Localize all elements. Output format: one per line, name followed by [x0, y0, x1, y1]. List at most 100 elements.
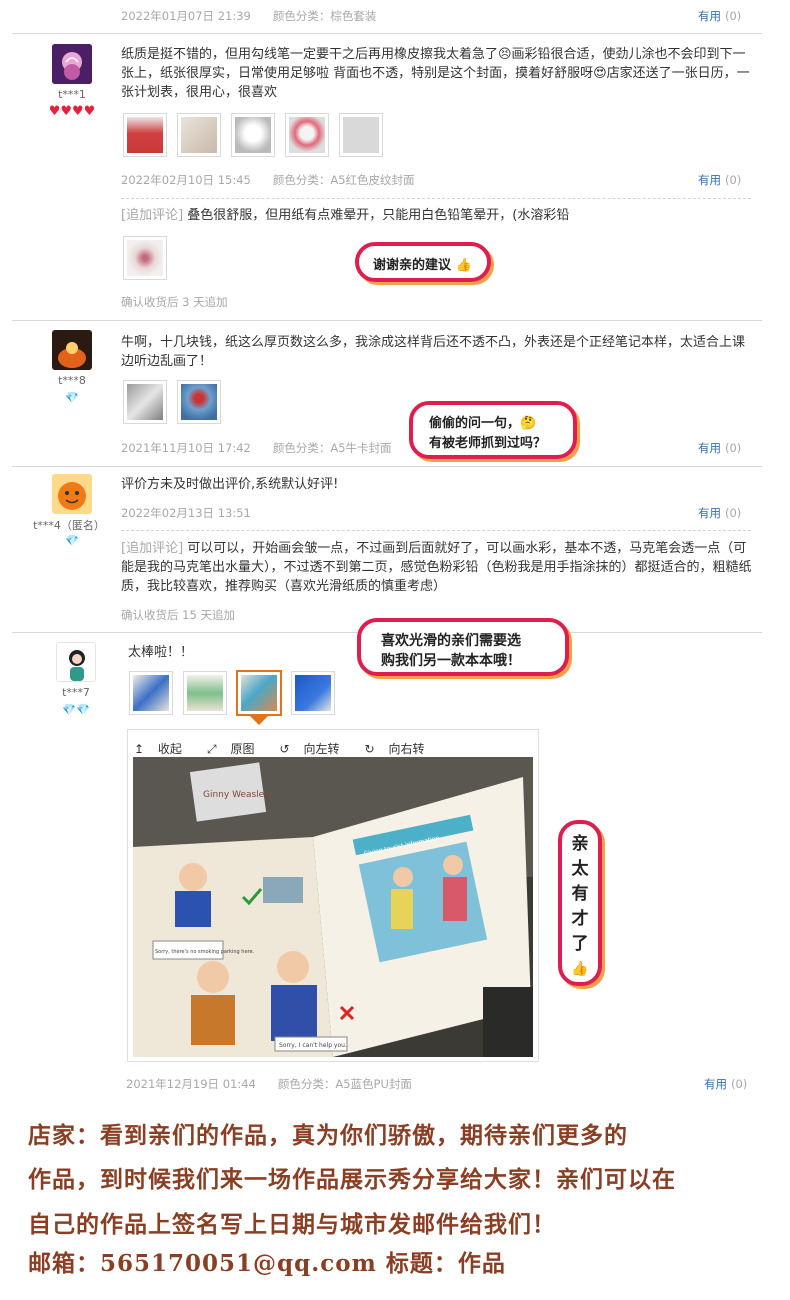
review-divider [12, 320, 762, 321]
useful-label: 有用 [698, 506, 721, 520]
username[interactable]: t***7 [31, 686, 121, 699]
shop-reply-bubble: 偷偷的问一句，🤔 有被老师抓到过吗？ [409, 401, 577, 459]
bubble-char: 才 [571, 909, 589, 929]
append-text: 叠色很舒服，但用纸有点难晕开，只能用白色铅笔晕开，(水溶彩铅 [187, 208, 570, 223]
shop-reply-bubble: 亲 太 有 才 了 👍 [558, 820, 602, 986]
useful-label: 有用 [698, 9, 721, 23]
rotate-right-button[interactable]: ↻ 向右转 [365, 742, 435, 756]
bubble-text: 喜欢光滑的亲们需要选 [381, 633, 521, 649]
review-photo-thumb[interactable] [183, 671, 227, 715]
review-spec: 颜色分类：A5红色皮纹封面 [272, 173, 415, 187]
review-meta: 2022年02月13日 13:51 [121, 505, 251, 521]
review-text: 纸质是挺不错的，但用勾线笔一定要干之后再用橡皮擦我太着急了😣画彩铅很合适，使劲儿… [121, 47, 750, 100]
review-photo-thumb[interactable] [123, 236, 167, 280]
avatar[interactable] [56, 642, 96, 682]
bubble-char: 有 [571, 884, 589, 904]
useful-count: (0) [731, 1077, 748, 1091]
review-spec: 颜色分类：A5蓝色PU封面 [277, 1077, 412, 1091]
photo-label-ginny: Ginny Weasley [203, 790, 270, 800]
review-photo-thumb[interactable] [177, 380, 221, 424]
photo-note-no-smoking: Sorry, there's no smoking parking here. [155, 949, 255, 955]
append-label: [追加评论] [121, 541, 184, 556]
prev-review-meta: 2022年01月07日 21:39 颜色分类：棕色套装 [121, 8, 376, 24]
collapse-button[interactable]: ↥ 收起 [134, 742, 192, 756]
avatar-image [52, 474, 92, 514]
collapse-icon: ↥ [134, 742, 145, 756]
shop-reply-bubble: 喜欢光滑的亲们需要选 购我们另一款本本哦！ [357, 618, 569, 676]
review-photo-thumb[interactable] [339, 113, 383, 157]
useful-button[interactable]: 有用 (0) [698, 505, 741, 521]
user-level-diamond: 💎💎 [62, 703, 90, 716]
review-text: 牛啊，十几块钱，纸这么厚页数这么多，我涂成这样背后还不透不凸，外表还是个正经笔记… [121, 335, 746, 369]
username[interactable]: t***8 [27, 374, 117, 387]
avatar-image [57, 643, 95, 681]
photo-viewer: ↥ 收起 ⤢ 原图 ↺ 向左转 ↻ 向右转 Ginny Weasley Givi… [127, 729, 539, 1062]
append-label: [追加评论] [121, 208, 184, 223]
useful-count: (0) [725, 9, 742, 23]
shop-message-line: 店家：看到亲们的作品，真为你们骄傲，期待亲们更多的 [28, 1122, 628, 1149]
bubble-char: 太 [571, 859, 589, 879]
append-divider [121, 530, 751, 531]
useful-count: (0) [725, 441, 742, 455]
useful-count: (0) [725, 506, 742, 520]
review-meta: 2021年12月19日 01:44 颜色分类：A5蓝色PU封面 [126, 1076, 412, 1092]
review-text: 太棒啦！！ [128, 645, 194, 660]
selected-arrow [250, 716, 268, 725]
viewer-toolbar: ↥ 收起 ⤢ 原图 ↺ 向左转 ↻ 向右转 [134, 738, 444, 757]
username[interactable]: t***1 [27, 88, 117, 101]
append-divider [121, 198, 751, 199]
useful-label: 有用 [698, 441, 721, 455]
review-photo-thumb[interactable] [129, 671, 173, 715]
append-time: 确认收货后 3 天追加 [121, 295, 228, 309]
review-date: 2021年11月10日 17:42 [121, 441, 251, 455]
username[interactable]: t***4（匿名） [24, 517, 114, 533]
avatar[interactable] [52, 474, 92, 514]
review-date: 2022年02月13日 13:51 [121, 506, 251, 520]
avatar[interactable] [52, 330, 92, 370]
shop-message-line: 自己的作品上签名写上日期与城市发邮件给我们！ [28, 1211, 556, 1238]
useful-label: 有用 [698, 173, 721, 187]
shop-email-line: 邮箱：565170051@qq.com 标题：作品 [28, 1250, 506, 1277]
photo-note-sorry: Sorry, I can't help you. [279, 1042, 347, 1049]
useful-label: 有用 [704, 1077, 727, 1091]
avatar[interactable] [52, 44, 92, 84]
user-level-diamond: 💎 [65, 391, 79, 404]
review-photo-thumb[interactable] [291, 671, 335, 715]
useful-button[interactable]: 有用 (0) [698, 8, 741, 24]
useful-count: (0) [725, 173, 742, 187]
original-size-button[interactable]: ⤢ 原图 [207, 742, 264, 756]
review-spec: 颜色分类：A5牛卡封面 [272, 441, 392, 455]
rotate-left-icon: ↺ [279, 742, 290, 756]
review-text: 评价方未及时做出评价,系统默认好评! [121, 477, 339, 492]
append-text: 可以可以，开始画会皱一点，不过画到后面就好了，可以画水彩，基本不透，马克笔会透一… [121, 541, 752, 594]
append-time: 确认收货后 15 天追加 [121, 608, 235, 622]
thumbs-up-icon: 👍 [571, 961, 589, 977]
useful-button[interactable]: 有用 (0) [698, 440, 741, 456]
bubble-text: 偷偷的问一句，🤔 [429, 416, 537, 431]
avatar-image [52, 44, 92, 84]
review-meta: 2021年11月10日 17:42 颜色分类：A5牛卡封面 [121, 440, 392, 456]
useful-button[interactable]: 有用 (0) [698, 172, 741, 188]
shop-message-line: 作品，到时候我们来一场作品展示秀分享给大家！亲们可以在 [28, 1166, 676, 1193]
review-photo-thumb-selected[interactable] [236, 670, 282, 716]
review-photo-thumb[interactable] [285, 113, 329, 157]
review-photo-thumb[interactable] [123, 113, 167, 157]
user-level-hearts: ♥♥♥♥ [48, 104, 96, 119]
review-date: 2021年12月19日 01:44 [126, 1077, 256, 1091]
expand-icon: ⤢ [207, 742, 217, 756]
review-meta: 2022年02月10日 15:45 颜色分类：A5红色皮纹封面 [121, 172, 415, 188]
bubble-text: 谢谢亲的建议 👍 [373, 258, 472, 273]
rotate-left-button[interactable]: ↺ 向左转 [280, 742, 350, 756]
review-date: 2022年01月07日 21:39 [121, 9, 251, 23]
review-photo-thumb[interactable] [123, 380, 167, 424]
review-photo-thumb[interactable] [177, 113, 221, 157]
useful-button[interactable]: 有用 (0) [704, 1076, 747, 1092]
bubble-char: 亲 [571, 834, 589, 854]
user-level-diamond: 💎 [65, 534, 79, 547]
review-photo-thumb[interactable] [231, 113, 275, 157]
review-date: 2022年02月10日 15:45 [121, 173, 251, 187]
avatar-image [52, 330, 92, 370]
rotate-right-icon: ↻ [364, 742, 375, 756]
append-comment: [追加评论] 可以可以，开始画会皱一点，不过画到后面就好了，可以画水彩，基本不透… [121, 539, 754, 596]
review-photo-large[interactable]: Ginny Weasley Giving tourist information… [133, 757, 533, 1057]
